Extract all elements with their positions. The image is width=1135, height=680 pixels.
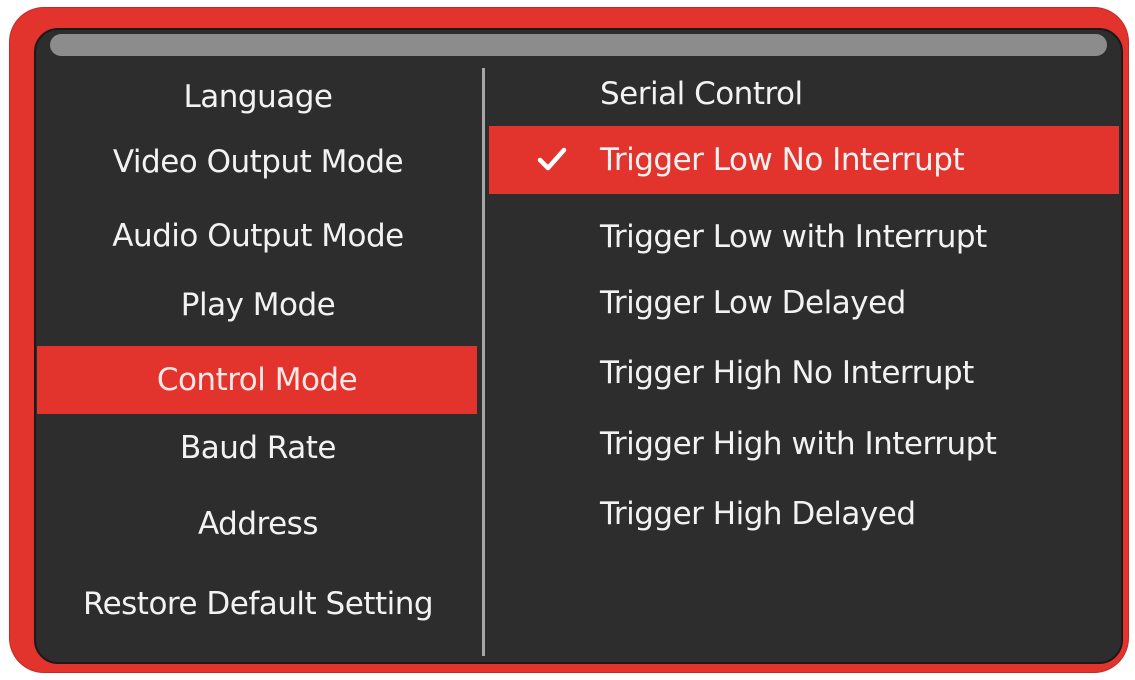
option-trigger-high-with-interrupt[interactable]: Trigger High with Interrupt: [600, 424, 997, 464]
check-icon: [537, 147, 567, 171]
menu-item-address[interactable]: Address: [36, 504, 480, 544]
menu-item-video-output-mode[interactable]: Video Output Mode: [36, 142, 480, 182]
settings-menu: Language Video Output Mode Audio Output …: [36, 30, 480, 662]
option-trigger-low-no-interrupt[interactable]: Trigger Low No Interrupt: [489, 126, 1119, 194]
menu-item-baud-rate[interactable]: Baud Rate: [36, 428, 480, 468]
option-trigger-low-with-interrupt[interactable]: Trigger Low with Interrupt: [600, 217, 987, 257]
submenu-heading: Serial Control: [600, 76, 803, 112]
option-trigger-low-delayed[interactable]: Trigger Low Delayed: [600, 283, 906, 323]
option-trigger-high-no-interrupt[interactable]: Trigger High No Interrupt: [600, 353, 974, 393]
menu-item-restore-default-setting[interactable]: Restore Default Setting: [36, 584, 480, 624]
menu-divider: [482, 68, 485, 656]
menu-item-audio-output-mode[interactable]: Audio Output Mode: [36, 216, 480, 256]
option-trigger-high-delayed[interactable]: Trigger High Delayed: [600, 494, 916, 534]
option-label: Trigger Low No Interrupt: [600, 142, 965, 178]
menu-item-control-mode[interactable]: Control Mode: [37, 346, 477, 414]
settings-screen: Language Video Output Mode Audio Output …: [34, 28, 1123, 664]
menu-item-language[interactable]: Language: [36, 77, 480, 117]
menu-item-play-mode[interactable]: Play Mode: [36, 285, 480, 325]
